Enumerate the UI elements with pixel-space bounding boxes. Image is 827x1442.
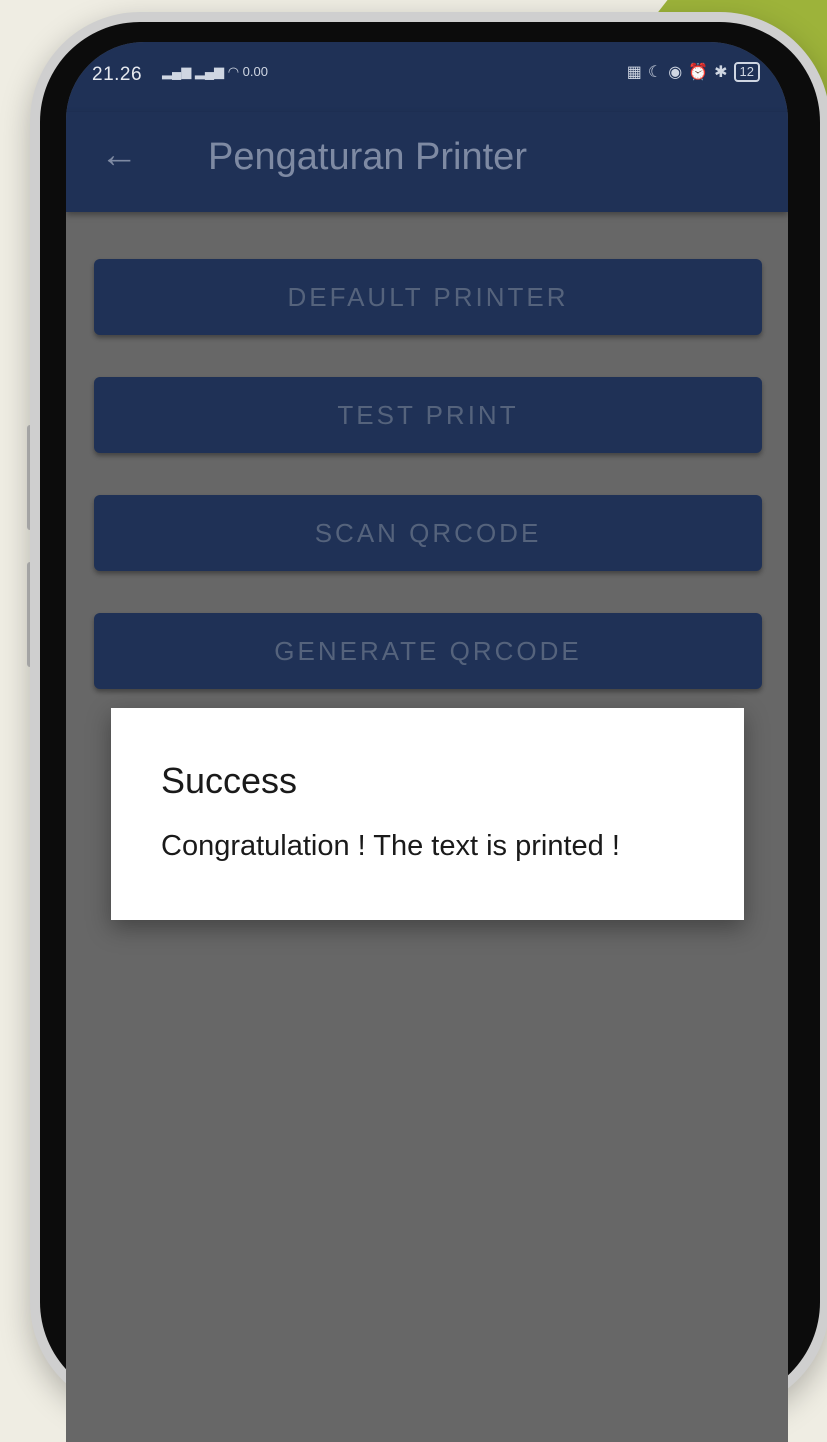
- page-title: Pengaturan Printer: [208, 136, 527, 178]
- alarm-icon: ⏰: [688, 64, 709, 81]
- data-rate: 0.00: [242, 64, 268, 79]
- status-left-icons: ▂▄▆ ▂▄▆ ◠ 0.00: [162, 64, 268, 80]
- wifi-icon: ◠: [227, 64, 240, 79]
- battery-icon: 12: [733, 62, 760, 82]
- status-time: 21.26: [92, 64, 143, 85]
- hotspot-icon: ◉: [668, 64, 683, 81]
- test-print-button[interactable]: TEST PRINT: [94, 377, 762, 453]
- dialog-message: Congratulation ! The text is printed !: [161, 830, 620, 862]
- signal-icon: ▂▄▆: [194, 64, 225, 79]
- signal-icon: ▂▄▆: [162, 64, 192, 79]
- default-printer-button[interactable]: DEFAULT PRINTER: [94, 259, 762, 335]
- scan-qrcode-button[interactable]: SCAN QRCODE: [94, 495, 762, 571]
- generate-qrcode-button[interactable]: GENERATE QRCODE: [94, 613, 762, 689]
- arrow-back-icon[interactable]: ←: [100, 136, 138, 174]
- moon-icon: ☾: [647, 64, 663, 81]
- status-right-icons: ▦ ☾ ◉ ⏰ ✱ 12: [627, 62, 760, 82]
- dialog-title: Success: [161, 760, 298, 801]
- status-bar: 21.26 ▂▄▆ ▂▄▆ ◠ 0.00 ▦ ☾ ◉ ⏰ ✱ 12: [66, 42, 788, 112]
- lte-icon: ▦: [626, 64, 642, 81]
- app-bar: ← Pengaturan Printer: [66, 112, 788, 212]
- bluetooth-icon: ✱: [714, 64, 728, 81]
- success-dialog: Success Congratulation ! The text is pri…: [111, 708, 744, 920]
- phone-screen: 21.26 ▂▄▆ ▂▄▆ ◠ 0.00 ▦ ☾ ◉ ⏰ ✱ 12 ← Peng…: [66, 42, 788, 1442]
